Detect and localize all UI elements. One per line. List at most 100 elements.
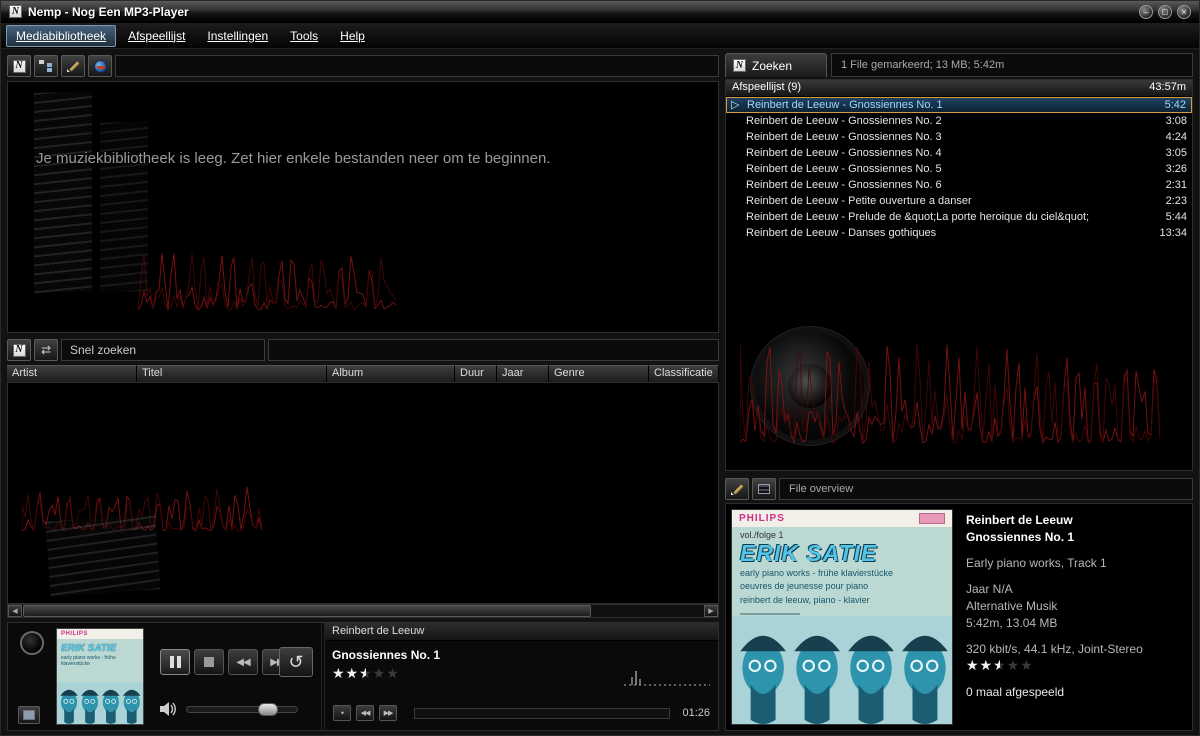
playlist-item-title: Reinbert de Leeuw - Gnossiennes No. 2	[746, 115, 942, 127]
playlist-item[interactable]: Reinbert de Leeuw - Prelude de &quot;La …	[726, 209, 1192, 225]
window-title: Nemp - Nog Een MP3-Player	[28, 5, 189, 19]
pause-button[interactable]	[160, 649, 190, 675]
info-play-count: 0 maal afgespeeld	[966, 684, 1186, 701]
progress-row: • ◀◀ ▶▶ 01:26	[333, 705, 710, 721]
column-header-duur[interactable]: Duur	[455, 365, 497, 382]
playlist-status-bar: 1 File gemarkeerd; 13 MB; 5:42m	[831, 53, 1193, 77]
info-title: Gnossiennes No. 1	[966, 529, 1186, 546]
library-horizontal-scrollbar[interactable]: ◀ ▶	[7, 604, 719, 618]
cover-artist-text: ERIK SATIE	[732, 540, 952, 567]
panel-toggle-button[interactable]	[18, 706, 40, 724]
cover-artist-text: ERIK SATIE	[57, 639, 143, 654]
playlist-item[interactable]: Reinbert de Leeuw - Danses gothiques13:3…	[726, 225, 1192, 241]
playlist-item[interactable]: Reinbert de Leeuw - Gnossiennes No. 3 4:2…	[726, 129, 1192, 145]
info-year: Jaar N/A	[966, 581, 1186, 598]
menu-item-mediabibliotheek[interactable]: Mediabibliotheek	[6, 25, 116, 47]
quick-search-label-box[interactable]: Snel zoeken	[61, 339, 265, 361]
tab-zoeken[interactable]: N Zoeken	[725, 53, 827, 77]
playlist-item[interactable]: Reinbert de Leeuw - Petite ouverture a d…	[726, 193, 1192, 209]
menu-item-tools[interactable]: Tools	[280, 25, 328, 47]
playlist-item-duration: 4:24	[1166, 131, 1187, 143]
webradio-button[interactable]	[88, 55, 112, 77]
nemp-menu-button[interactable]: N	[7, 55, 31, 77]
menu-item-instellingen[interactable]: Instellingen	[197, 25, 278, 47]
library-table-body[interactable]	[7, 382, 719, 604]
menu-item-help[interactable]: Help	[330, 25, 375, 47]
playlist-item[interactable]: Reinbert de Leeuw - Gnossiennes No. 43:0…	[726, 145, 1192, 161]
playing-icon: ▷	[731, 98, 739, 111]
column-header-genre[interactable]: Genre	[549, 365, 649, 382]
cd-stack-art	[34, 91, 92, 293]
quick-search-input[interactable]	[268, 339, 719, 361]
speaker-icon	[160, 702, 178, 716]
playlist-header-label: Afspeellijst (9)	[732, 81, 801, 95]
close-button[interactable]: ×	[1177, 5, 1191, 19]
volume-slider[interactable]	[186, 706, 298, 713]
playlist-item-duration: 5:44	[1166, 211, 1187, 223]
playlist-item[interactable]: Reinbert de Leeuw - Gnossiennes No. 5 3:2…	[726, 161, 1192, 177]
waveform-art	[138, 242, 398, 312]
swap-search-button[interactable]: ⇄	[34, 339, 58, 361]
cover-subtitle2: oeuvres de jeunesse pour piano	[732, 580, 952, 593]
playlist-item-title: Reinbert de Leeuw - Danses gothiques	[746, 227, 936, 239]
repeat-button[interactable]: ↺	[279, 647, 313, 677]
file-overview-box[interactable]: File overview	[779, 478, 1193, 500]
column-header-titel[interactable]: Titel	[137, 365, 327, 382]
now-playing-artist: Reinbert de Leeuw	[325, 623, 718, 641]
now-playing-cover-thumbnail[interactable]: PHILIPS ERIK SATIE early piano works - f…	[56, 628, 144, 725]
info-genre: Alternative Musik	[966, 598, 1186, 615]
library-filter-box[interactable]	[115, 55, 719, 77]
column-header-artist[interactable]: Artist	[7, 365, 137, 382]
playlist-item[interactable]: Reinbert de Leeuw - Gnossiennes No. 6 2:3…	[726, 177, 1192, 193]
stop-button[interactable]	[194, 649, 224, 675]
previous-button[interactable]: ◀◀	[228, 649, 258, 675]
now-playing-rating-stars[interactable]: ★★★★★★★★★★	[332, 666, 400, 680]
playlist-item-duration: 3:08	[1166, 115, 1187, 127]
seek-back-button[interactable]: ◀◀	[356, 705, 374, 721]
edit-id3-button[interactable]	[725, 478, 749, 500]
info-album: Early piano works, Track 1	[966, 555, 1186, 572]
mini-waveform	[624, 667, 710, 689]
playlist-item[interactable]: ▷ Reinbert de Leeuw - Gnossiennes No. 1 …	[726, 97, 1192, 113]
tree-icon	[39, 60, 53, 72]
edit-library-button[interactable]	[61, 55, 85, 77]
scroll-left-button[interactable]: ◀	[8, 605, 22, 617]
pencil-icon	[67, 60, 80, 73]
playlist-header[interactable]: Afspeellijst (9) 43:57m	[726, 80, 1192, 97]
title-bar[interactable]: N Nemp - Nog Een MP3-Player – □ ×	[1, 1, 1199, 23]
minimize-button[interactable]: –	[1139, 5, 1153, 19]
library-drop-area[interactable]: Je muziekbibliotheek is leeg. Zet hier e…	[7, 81, 719, 333]
info-audio: 320 kbit/s, 44.1 kHz, Joint-Stereo	[966, 641, 1186, 658]
tree-view-button[interactable]	[34, 55, 58, 77]
scroll-right-button[interactable]: ▶	[704, 605, 718, 617]
playlist-item-duration: 2:31	[1166, 179, 1187, 191]
file-rating-stars[interactable]: ★★★★★★★★★★	[966, 658, 1034, 672]
scrollbar-thumb[interactable]	[23, 605, 591, 617]
table-icon	[758, 484, 770, 494]
volume-slider-thumb[interactable]	[258, 703, 278, 716]
details-view-button[interactable]	[752, 478, 776, 500]
playlist-item-duration: 3:05	[1166, 147, 1187, 159]
playlist-item-title: Reinbert de Leeuw - Gnossiennes No. 1	[747, 99, 943, 111]
quick-search-row: N ⇄ Snel zoeken	[7, 339, 719, 361]
playlist-item[interactable]: Reinbert de Leeuw - Gnossiennes No. 2 3:0…	[726, 113, 1192, 129]
scrollbar-track[interactable]	[592, 605, 704, 617]
menu-item-afspeellijst[interactable]: Afspeellijst	[118, 25, 195, 47]
playlist-item-title: Reinbert de Leeuw - Gnossiennes No. 5	[746, 163, 942, 175]
playlist-item-duration: 3:26	[1166, 163, 1187, 175]
file-info-block: Reinbert de Leeuw Gnossiennes No. 1 Earl…	[966, 512, 1186, 701]
maximize-button[interactable]: □	[1158, 5, 1172, 19]
nemp-search-button[interactable]: N	[7, 339, 31, 361]
shuffle-knob-button[interactable]	[20, 631, 44, 655]
seek-forward-button[interactable]: ▶▶	[379, 705, 397, 721]
playlist-item-title: Reinbert de Leeuw - Gnossiennes No. 3	[746, 131, 942, 143]
nemp-icon: N	[13, 344, 26, 357]
waveform-art	[740, 330, 1160, 445]
column-header-jaar[interactable]: Jaar	[497, 365, 549, 382]
column-header-album[interactable]: Album	[327, 365, 455, 382]
record-button[interactable]: •	[333, 705, 351, 721]
progress-bar[interactable]	[414, 708, 670, 719]
column-header-classificatie[interactable]: Classificatie	[649, 365, 719, 382]
playlist-item-title: Reinbert de Leeuw - Gnossiennes No. 6	[746, 179, 942, 191]
album-cover[interactable]: PHILIPS vol./folge 1 ERIK SATIE early pi…	[731, 509, 953, 725]
